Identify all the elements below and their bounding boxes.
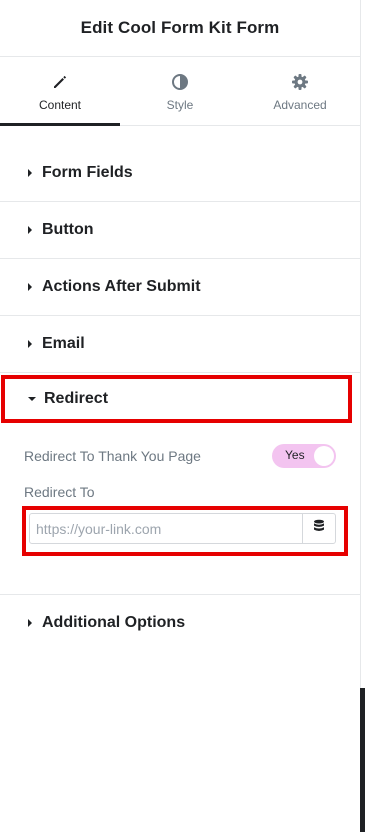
caret-right-icon <box>26 167 38 179</box>
pencil-icon <box>50 72 70 92</box>
panel-tabs: Content Style Advanced <box>0 57 360 126</box>
tab-content[interactable]: Content <box>0 57 120 126</box>
caret-right-icon <box>26 617 38 629</box>
panel-title: Edit Cool Form Kit Form <box>80 18 280 37</box>
gear-icon <box>290 72 310 92</box>
toggle-yes-text: Yes <box>285 448 305 462</box>
section-additional-options[interactable]: Additional Options <box>0 594 360 651</box>
redirect-url-input[interactable] <box>30 514 302 543</box>
section-button-title: Button <box>42 221 94 238</box>
tab-advanced[interactable]: Advanced <box>240 57 360 125</box>
panel-header: Edit Cool Form Kit Form <box>0 0 360 57</box>
contrast-icon <box>170 72 190 92</box>
caret-right-icon <box>26 224 38 236</box>
dynamic-tags-button[interactable] <box>302 514 335 543</box>
tab-style[interactable]: Style <box>120 57 240 125</box>
section-email[interactable]: Email <box>0 316 360 373</box>
redirect-thank-you-toggle[interactable]: Yes <box>272 444 336 468</box>
database-icon <box>313 519 325 538</box>
section-additional-options-title: Additional Options <box>42 614 186 631</box>
caret-right-icon <box>26 281 38 293</box>
tab-content-label: Content <box>38 98 82 112</box>
redirect-to-label: Redirect To <box>24 484 95 500</box>
section-actions-after-submit[interactable]: Actions After Submit <box>0 259 360 316</box>
section-redirect[interactable]: Redirect <box>1 375 352 423</box>
tab-style-label: Style <box>166 98 194 112</box>
tab-advanced-label: Advanced <box>273 98 327 112</box>
redirect-url-field <box>29 513 336 544</box>
section-form-fields[interactable]: Form Fields <box>0 145 360 202</box>
panel-scrollbar[interactable] <box>360 688 365 832</box>
caret-right-icon <box>26 338 38 350</box>
caret-down-icon <box>27 393 39 405</box>
section-email-title: Email <box>42 335 85 352</box>
section-button[interactable]: Button <box>0 202 360 259</box>
redirect-thank-you-control: Redirect To Thank You Page Yes <box>24 444 336 468</box>
section-form-fields-title: Form Fields <box>42 164 133 181</box>
section-redirect-title: Redirect <box>44 390 109 407</box>
redirect-thank-you-label: Redirect To Thank You Page <box>24 448 201 464</box>
section-actions-title: Actions After Submit <box>42 278 201 295</box>
toggle-knob <box>314 446 334 466</box>
redirect-url-highlight <box>22 506 348 556</box>
